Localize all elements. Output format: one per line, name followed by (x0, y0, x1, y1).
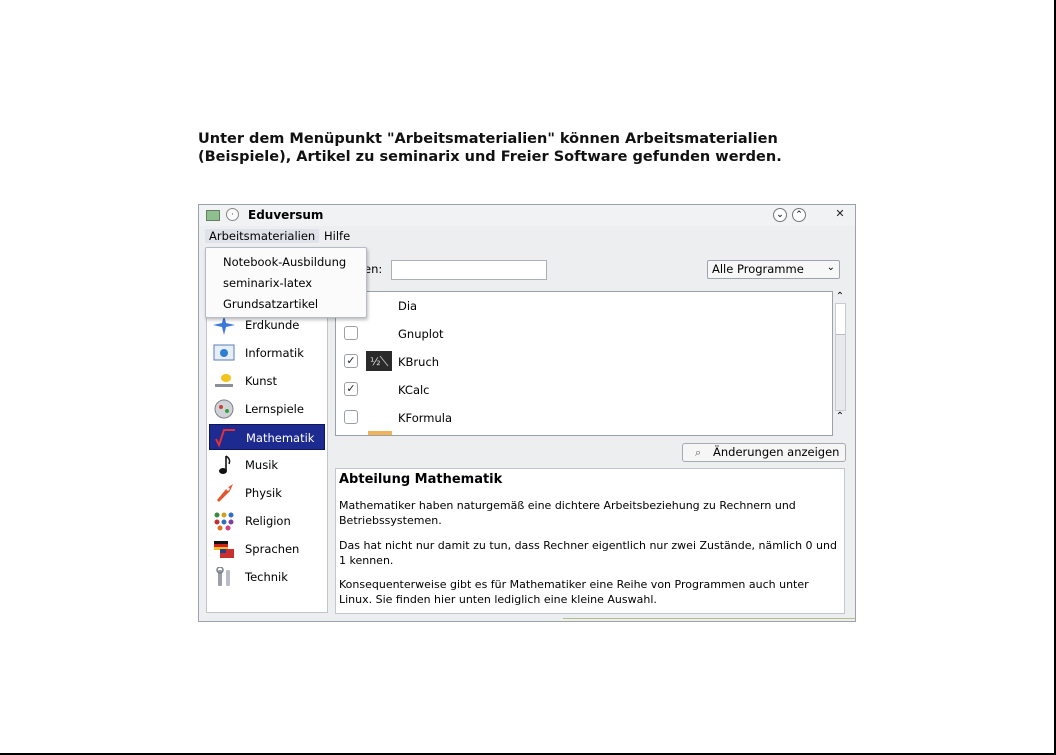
program-name: KFormula (398, 411, 453, 425)
intro-line-1: Unter dem Menüpunkt "Arbeitsmaterialien"… (198, 131, 778, 147)
sidebar-item-label: Informatik (245, 346, 304, 360)
title-bar[interactable]: · Eduversum ⌄ ⌃ ✕ (199, 205, 855, 226)
menu-item-notebook-ausbildung[interactable]: Notebook-Ausbildung (223, 255, 346, 269)
program-checkbox[interactable]: ✓ (344, 354, 358, 368)
description-paragraph-1: Mathematiker haben naturgemäß eine dicht… (339, 499, 796, 527)
list-item-dia[interactable]: Dia (336, 293, 832, 320)
status-accent (563, 618, 855, 622)
list-item-gnuplot[interactable]: Gnuplot (336, 321, 832, 348)
close-button[interactable]: ✕ (833, 208, 847, 222)
scroll-up-icon[interactable]: ⌃ (833, 291, 847, 303)
music-note-icon (219, 455, 231, 474)
sidebar-item-label: Kunst (245, 374, 278, 388)
brush-icon (215, 374, 233, 387)
list-item-kformula[interactable]: KFormula (336, 405, 832, 432)
menu-item-seminarix-latex[interactable]: seminarix-latex (223, 276, 312, 290)
sidebar-item-sprachen[interactable]: Sprachen (209, 536, 325, 562)
maximize-button[interactable]: ⌃ (792, 208, 806, 222)
app-icon[interactable] (206, 210, 220, 221)
program-checkbox[interactable]: ✓ (344, 382, 358, 396)
menu-hilfe[interactable]: Hilfe (324, 229, 350, 243)
program-name: Dia (398, 299, 418, 313)
kbruch-icon: ½ (366, 351, 392, 371)
minimize-button[interactable]: ⌄ (773, 208, 787, 222)
menu-arbeitsmaterialien[interactable]: Arbeitsmaterialien (205, 229, 320, 243)
sidebar-item-kunst[interactable]: Kunst (209, 368, 325, 394)
star-compass-icon (213, 315, 235, 335)
arbeitsmaterialien-dropdown: Notebook-Ausbildung seminarix-latex Grun… (205, 247, 367, 318)
program-name: KCalc (398, 383, 430, 397)
sidebar-item-mathematik[interactable]: Mathematik (209, 424, 325, 450)
sidebar-item-label: Technik (245, 570, 288, 584)
program-checkbox[interactable] (344, 326, 358, 340)
description-paragraph-2: Das hat nicht nur damit zu tun, dass Rec… (339, 539, 837, 567)
window-menu-icon[interactable]: · (226, 208, 239, 221)
scroll-down-icon[interactable]: ⌃ (833, 411, 847, 423)
sidebar-item-label: Erdkunde (245, 318, 300, 332)
show-changes-button[interactable]: ⌕ Änderungen anzeigen (682, 443, 846, 462)
sidebar-item-musik[interactable]: Musik (209, 452, 325, 478)
svg-text:½: ½ (370, 355, 381, 368)
game-icon (214, 399, 234, 419)
sqrt-icon (215, 429, 235, 448)
scroll-thumb[interactable] (836, 304, 845, 335)
list-scrollbar[interactable]: ⌃ ⌃ (833, 291, 847, 434)
magnifier-icon: ⌕ (695, 446, 702, 459)
program-list: Dia Gnuplot ✓ ½ KBruch ✓ KCalc KFormula (335, 291, 833, 436)
intro-line-2: (Beispiele), Artikel zu seminarix und Fr… (198, 149, 782, 165)
sidebar-item-physik[interactable]: Physik (209, 480, 325, 506)
window-title: Eduversum (248, 208, 324, 222)
scroll-track[interactable] (835, 303, 846, 411)
chevron-down-icon: ⌄ (826, 262, 835, 273)
description-heading: Abteilung Mathematik (339, 472, 503, 487)
computer-icon (213, 344, 235, 361)
religion-symbols-icon (214, 512, 234, 531)
program-filter-select[interactable]: Alle Programme ⌄ (707, 260, 840, 279)
program-checkbox[interactable] (344, 410, 358, 424)
app-window: · Eduversum ⌄ ⌃ ✕ Arbeitsmaterialien Hil… (198, 204, 856, 622)
sidebar-item-religion[interactable]: Religion (209, 508, 325, 534)
program-name: Gnuplot (398, 327, 444, 341)
search-input[interactable] (391, 260, 547, 280)
intro-text: Unter dem Menüpunkt "Arbeitsmaterialien"… (198, 130, 818, 166)
sidebar-item-label: Religion (245, 514, 291, 528)
sidebar-item-label: Sprachen (245, 542, 300, 556)
sidebar-item-informatik[interactable]: Informatik (209, 340, 325, 366)
list-item-kbruch[interactable]: ✓ ½ KBruch (336, 349, 832, 376)
filter-selected-value: Alle Programme (712, 262, 804, 276)
sidebar-item-technik[interactable]: Technik (209, 564, 325, 590)
rocket-icon (217, 484, 233, 502)
flags-icon (214, 541, 234, 558)
show-changes-label: Änderungen anzeigen (713, 445, 840, 459)
menu-bar: Arbeitsmaterialien Hilfe (199, 226, 855, 246)
tools-icon (216, 567, 230, 586)
sidebar-item-lernspiele[interactable]: Lernspiele (209, 396, 325, 422)
list-item-kcalc[interactable]: ✓ KCalc (336, 377, 832, 404)
sidebar-item-label: Physik (245, 486, 282, 500)
next-item-icon (368, 431, 392, 435)
sidebar-item-label: Lernspiele (245, 402, 304, 416)
menu-item-grundsatzartikel[interactable]: Grundsatzartikel (223, 297, 318, 311)
program-name: KBruch (398, 355, 440, 369)
sidebar-item-label: Musik (245, 458, 279, 472)
description-panel: Abteilung Mathematik Mathematiker haben … (335, 468, 845, 614)
search-row: en: Alle Programme ⌄ (334, 253, 845, 285)
sidebar-item-label: Mathematik (246, 431, 315, 445)
description-paragraph-3: Konsequenterweise gibt es für Mathematik… (339, 578, 809, 606)
